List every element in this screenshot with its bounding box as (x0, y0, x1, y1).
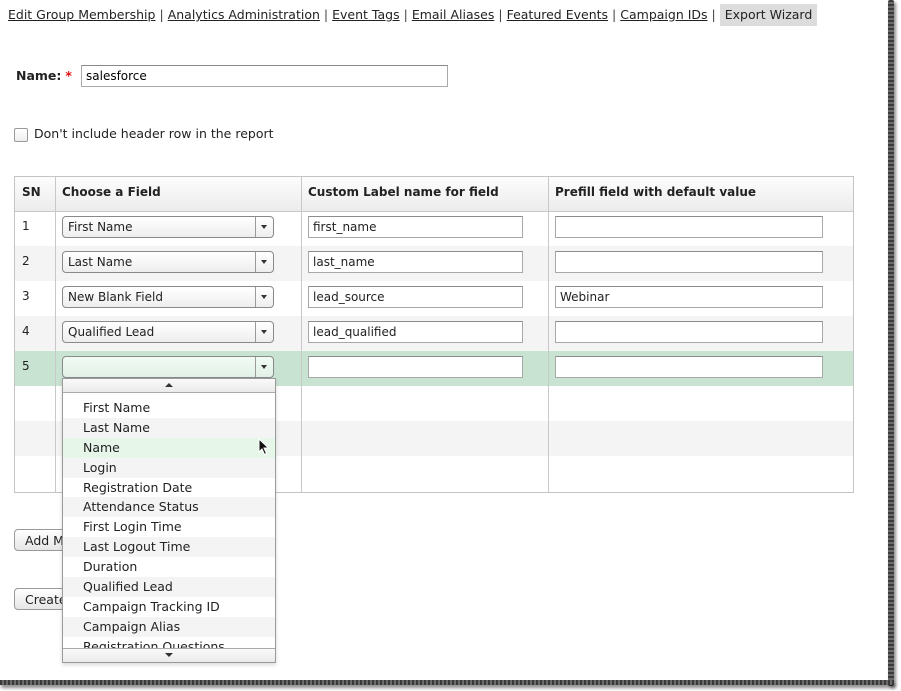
column-header-choose-field: Choose a Field (62, 185, 161, 199)
field-select[interactable]: New Blank Field (62, 286, 274, 308)
chevron-down-icon[interactable] (255, 287, 273, 307)
top-nav: Edit Group Membership | Analytics Administ… (8, 4, 818, 26)
row-sn: 4 (22, 324, 30, 338)
dropdown-option[interactable]: Last Name (63, 417, 275, 438)
field-select-value: Last Name (68, 255, 133, 269)
field-dropdown-list[interactable]: First Name Last Name Name Login Registration… (62, 378, 276, 663)
name-label: Name: * (16, 68, 72, 83)
name-label-text: Name: (16, 68, 62, 83)
name-input[interactable] (81, 65, 448, 87)
no-header-row-checkbox[interactable] (14, 128, 28, 142)
table-row: 3 New Blank Field lead_source Webinar (15, 281, 853, 316)
dropdown-option[interactable]: Last Logout Time (63, 537, 275, 558)
row-sn: 1 (22, 219, 30, 233)
row-sn: 2 (22, 254, 30, 268)
field-select-value: Qualified Lead (68, 325, 155, 339)
chevron-down-icon[interactable] (255, 322, 273, 342)
table-row: 1 First Name first_name (15, 211, 853, 246)
nav-separator: | (159, 7, 164, 22)
nav-separator: | (612, 7, 617, 22)
column-header-prefill: Prefill field with default value (555, 185, 757, 199)
chevron-down-icon[interactable] (255, 252, 273, 272)
nav-link-featured-events[interactable]: Featured Events (507, 7, 608, 22)
dropdown-option[interactable]: Login (63, 457, 275, 478)
required-asterisk: * (65, 68, 72, 83)
dropdown-option[interactable]: First Login Time (63, 517, 275, 537)
scroll-up-arrow-icon[interactable] (63, 379, 275, 393)
column-divider (55, 177, 56, 492)
custom-label-input[interactable]: last_name (308, 251, 523, 273)
row-sn: 5 (22, 359, 30, 373)
dropdown-options: First Name Last Name Name Login Registration… (63, 398, 275, 650)
nav-link-campaign-ids[interactable]: Campaign IDs (620, 7, 707, 22)
column-divider (301, 177, 302, 492)
field-select-value: New Blank Field (68, 290, 163, 304)
mouse-pointer-icon (258, 438, 270, 456)
torn-edge-bottom (0, 680, 894, 685)
field-select-open[interactable] (62, 356, 274, 378)
prefill-input[interactable] (555, 321, 823, 343)
nav-separator: | (711, 7, 716, 22)
dropdown-option[interactable]: Name (63, 437, 275, 458)
nav-tab-export-wizard[interactable]: Export Wizard (719, 4, 818, 26)
torn-edge-right (888, 0, 894, 686)
column-header-custom-label: Custom Label name for field (308, 185, 499, 199)
custom-label-input[interactable]: lead_source (308, 286, 523, 308)
prefill-input[interactable]: Webinar (555, 286, 823, 308)
nav-link-analytics-administration[interactable]: Analytics Administration (168, 7, 320, 22)
dropdown-option[interactable]: Campaign Alias (63, 616, 275, 637)
nav-separator: | (323, 7, 329, 22)
nav-link-event-tags[interactable]: Event Tags (332, 7, 399, 22)
dropdown-option[interactable]: Duration (63, 557, 275, 577)
custom-label-input[interactable] (308, 356, 523, 378)
chevron-down-icon[interactable] (255, 217, 273, 237)
nav-link-edit-group-membership[interactable]: Edit Group Membership (8, 7, 155, 22)
dropdown-option[interactable]: First Name (63, 398, 275, 418)
column-header-sn: SN (22, 185, 41, 199)
custom-label-input[interactable]: lead_qualified (308, 321, 523, 343)
prefill-input[interactable] (555, 216, 823, 238)
table-row: 2 Last Name last_name (15, 246, 853, 281)
scroll-down-arrow-icon[interactable] (63, 648, 275, 662)
dropdown-option[interactable]: Attendance Status (63, 497, 275, 518)
nav-separator: | (403, 7, 408, 22)
dropdown-option[interactable]: Registration Date (63, 478, 275, 498)
no-header-row-label: Don't include header row in the report (34, 126, 274, 141)
field-select[interactable]: Last Name (62, 251, 274, 273)
dropdown-option[interactable]: Campaign Tracking ID (63, 597, 275, 617)
field-select[interactable]: First Name (62, 216, 274, 238)
custom-label-input[interactable]: first_name (308, 216, 523, 238)
table-header: SN Choose a Field Custom Label name for … (15, 177, 853, 212)
field-select[interactable]: Qualified Lead (62, 321, 274, 343)
field-select-value: First Name (68, 220, 133, 234)
prefill-input[interactable] (555, 356, 823, 378)
dropdown-option[interactable]: Qualified Lead (63, 577, 275, 597)
nav-link-email-aliases[interactable]: Email Aliases (412, 7, 495, 22)
column-divider (548, 177, 549, 492)
row-sn: 3 (22, 289, 30, 303)
prefill-input[interactable] (555, 251, 823, 273)
nav-separator: | (498, 7, 503, 22)
table-row: 4 Qualified Lead lead_qualified (15, 316, 853, 351)
chevron-down-icon[interactable] (255, 357, 273, 377)
